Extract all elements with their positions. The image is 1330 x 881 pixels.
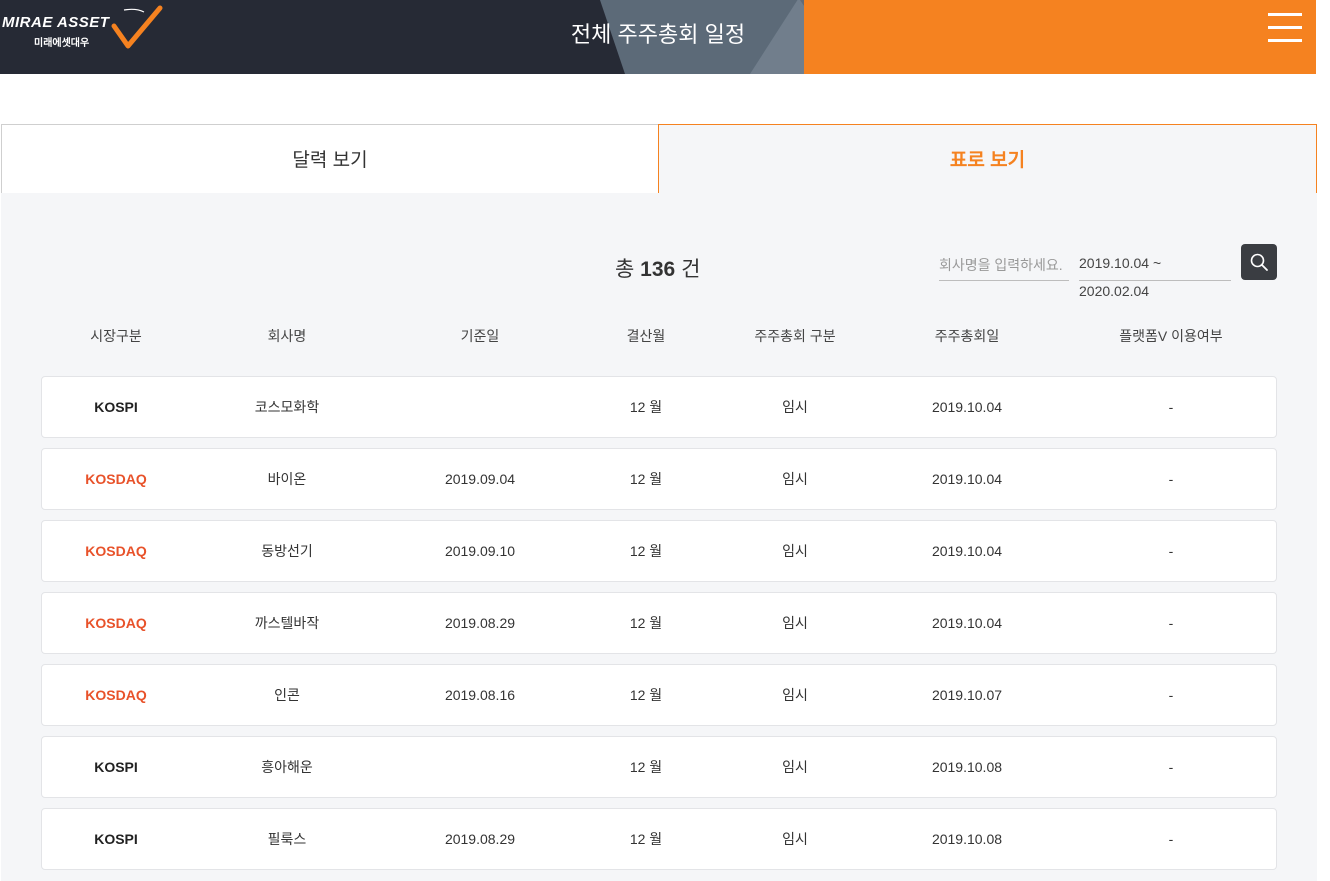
company-cell: 바이온 xyxy=(267,471,307,487)
meeting-date-cell: 2019.10.04 xyxy=(931,471,1003,487)
meeting-date-cell: 2019.10.08 xyxy=(931,759,1003,775)
view-tabs: 달력 보기 표로 보기 xyxy=(1,124,1317,194)
search-icon xyxy=(1250,253,1268,271)
company-cell: 코스모화학 xyxy=(254,399,320,415)
market-cell: KOSDAQ xyxy=(85,543,147,559)
platform-v-cell: - xyxy=(1168,399,1174,415)
meeting-type-cell: 임시 xyxy=(782,543,808,559)
meeting-type-cell: 임시 xyxy=(782,687,808,703)
count-value: 136 xyxy=(640,258,676,281)
company-cell: 까스텔바작 xyxy=(254,615,320,631)
fiscal-month-cell: 12 월 xyxy=(629,543,663,559)
platform-v-cell: - xyxy=(1168,615,1174,631)
market-cell: KOSDAQ xyxy=(85,687,147,703)
search-button[interactable] xyxy=(1241,244,1277,280)
meeting-type-cell: 임시 xyxy=(782,831,808,847)
total-count: 총 136 건 xyxy=(615,253,700,283)
fiscal-month-cell: 12 월 xyxy=(629,615,663,631)
market-cell: KOSDAQ xyxy=(85,471,147,487)
column-header-company: 회사명 xyxy=(267,328,307,344)
fiscal-month-cell: 12 월 xyxy=(629,687,663,703)
company-cell: 필룩스 xyxy=(267,831,307,847)
record-date-cell: 2019.09.10 xyxy=(444,543,516,559)
count-prefix: 총 xyxy=(615,258,635,281)
page-title: 전체 주주총회 일정 xyxy=(570,22,746,47)
date-range-field[interactable]: 2019.10.04 ~ 2020.02.04 xyxy=(1079,249,1231,299)
tab-calendar-view[interactable]: 달력 보기 xyxy=(1,124,659,194)
meeting-type-cell: 임시 xyxy=(782,471,808,487)
column-header-fiscal-month: 결산월 xyxy=(626,328,666,344)
table-row[interactable]: KOSPI 흥아해운 12 월 임시 2019.10.08 - xyxy=(41,736,1277,798)
column-header-meeting-type: 주주총회 구분 xyxy=(754,328,836,344)
table-row[interactable]: KOSDAQ 인콘 2019.08.16 12 월 임시 2019.10.07 … xyxy=(41,664,1277,726)
table-row[interactable]: KOSPI 필룩스 2019.08.29 12 월 임시 2019.10.08 … xyxy=(41,808,1277,870)
record-date-cell: 2019.08.16 xyxy=(444,687,516,703)
fiscal-month-cell: 12 월 xyxy=(629,471,663,487)
market-cell: KOSPI xyxy=(94,759,138,775)
company-cell: 흥아해운 xyxy=(261,759,313,775)
meeting-date-cell: 2019.10.04 xyxy=(931,399,1003,415)
hamburger-menu-icon[interactable] xyxy=(1268,13,1302,45)
top-header: MIRAE ASSET 미래에셋대우 전체 주주총회 일정 xyxy=(0,0,1316,74)
scrollbar[interactable] xyxy=(1316,0,1330,881)
column-header-record-date: 기준일 xyxy=(460,328,500,344)
meeting-type-cell: 임시 xyxy=(782,399,808,415)
meeting-type-cell: 임시 xyxy=(782,615,808,631)
table-row[interactable]: KOSDAQ 까스텔바작 2019.08.29 12 월 임시 2019.10.… xyxy=(41,592,1277,654)
meeting-date-cell: 2019.10.04 xyxy=(931,615,1003,631)
column-header-platform-v: 플랫폼V 이용여부 xyxy=(1119,328,1223,344)
market-cell: KOSDAQ xyxy=(85,615,147,631)
company-cell: 동방선기 xyxy=(261,543,313,559)
table-row[interactable]: KOSPI 코스모화학 12 월 임시 2019.10.04 - xyxy=(41,376,1277,438)
column-header-meeting-date: 주주총회일 xyxy=(934,328,1000,344)
table-row[interactable]: KOSDAQ 동방선기 2019.09.10 12 월 임시 2019.10.0… xyxy=(41,520,1277,582)
company-search-input[interactable] xyxy=(939,249,1069,281)
record-date-cell xyxy=(430,737,530,797)
record-date-cell xyxy=(430,377,530,437)
fiscal-month-cell: 12 월 xyxy=(629,399,663,415)
market-cell: KOSPI xyxy=(94,399,138,415)
count-suffix: 건 xyxy=(681,258,701,281)
platform-v-cell: - xyxy=(1168,471,1174,487)
record-date-cell: 2019.08.29 xyxy=(444,615,516,631)
fiscal-month-cell: 12 월 xyxy=(629,831,663,847)
tab-table-view[interactable]: 표로 보기 xyxy=(658,124,1317,194)
platform-v-cell: - xyxy=(1168,687,1174,703)
schedule-panel: 총 136 건 2019.10.04 ~ 2020.02.04 시장구분 회사명… xyxy=(1,193,1317,881)
platform-v-cell: - xyxy=(1168,543,1174,559)
column-header-market: 시장구분 xyxy=(90,328,142,344)
meeting-date-cell: 2019.10.04 xyxy=(931,543,1003,559)
meeting-type-cell: 임시 xyxy=(782,759,808,775)
record-date-cell: 2019.08.29 xyxy=(444,831,516,847)
fiscal-month-cell: 12 월 xyxy=(629,759,663,775)
market-cell: KOSPI xyxy=(94,831,138,847)
meeting-date-cell: 2019.10.08 xyxy=(931,831,1003,847)
platform-v-cell: - xyxy=(1168,831,1174,847)
record-date-cell: 2019.09.04 xyxy=(444,471,516,487)
meeting-date-cell: 2019.10.07 xyxy=(931,687,1003,703)
platform-v-cell: - xyxy=(1168,759,1174,775)
company-cell: 인콘 xyxy=(274,687,300,703)
table-row[interactable]: KOSDAQ 바이온 2019.09.04 12 월 임시 2019.10.04… xyxy=(41,448,1277,510)
